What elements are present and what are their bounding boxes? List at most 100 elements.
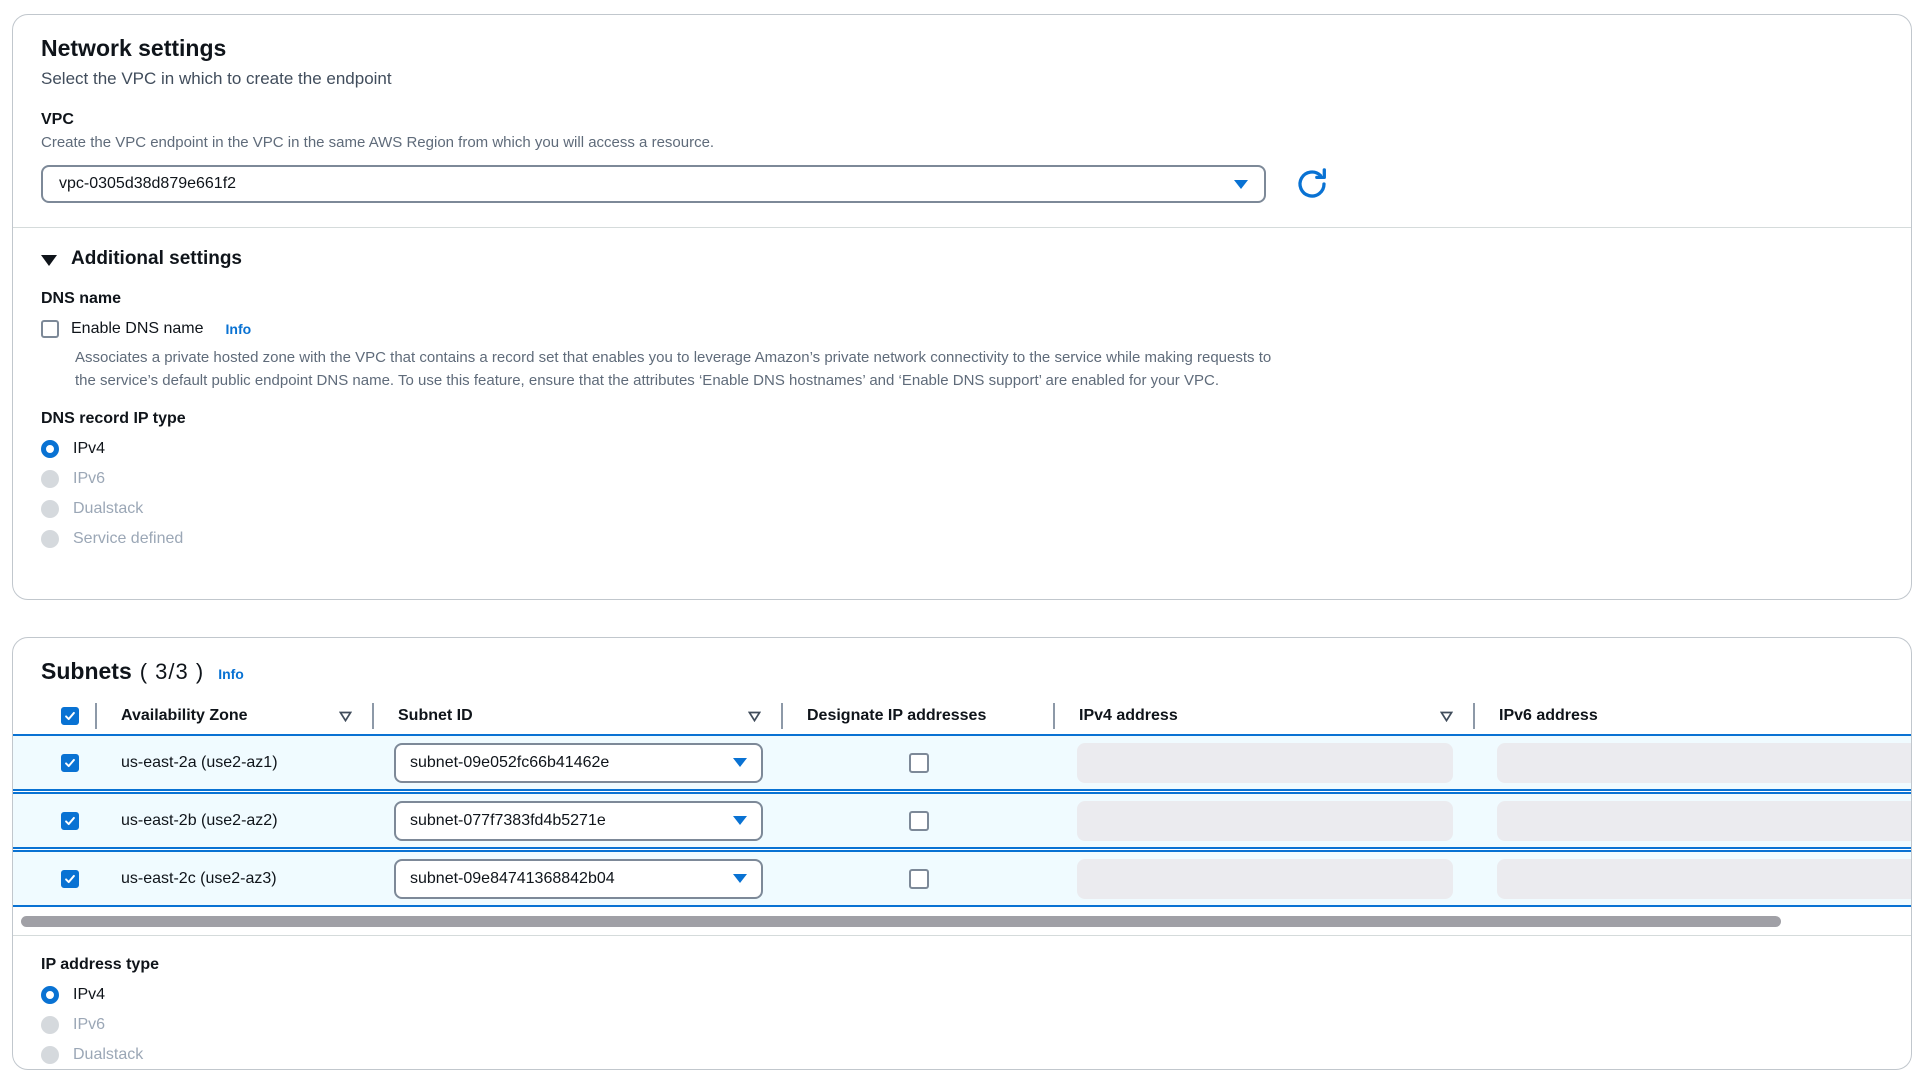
header-cell-ipv4-address[interactable]: IPv4 address	[1055, 698, 1475, 734]
chevron-down-icon	[733, 874, 747, 883]
ip-address-type-label: IP address type	[41, 954, 1883, 976]
subnet-table-row: us-east-2b (use2-az2) subnet-077f7383fd4…	[13, 792, 1911, 849]
subnets-info-link[interactable]: Info	[218, 666, 244, 682]
ipv4-address-input	[1077, 743, 1453, 783]
network-settings-title: Network settings	[41, 33, 1883, 63]
check-icon	[63, 709, 77, 723]
additional-settings-expander[interactable]: Additional settings	[41, 246, 1883, 272]
additional-settings-title: Additional settings	[71, 246, 242, 272]
column-label: IPv4 address	[1079, 707, 1178, 725]
create-endpoint-page: Network settings Select the VPC in which…	[0, 0, 1920, 1077]
ipv4-address-input	[1077, 859, 1453, 899]
radio-option-dualstack: Dualstack	[41, 498, 1883, 520]
radio-label: IPv6	[73, 470, 105, 488]
ip-address-type-group: IPv4 IPv6 Dualstack	[41, 984, 1883, 1066]
subnet-id-select[interactable]: subnet-09e052fc66b41462e	[394, 743, 763, 783]
subnet-id-value: subnet-09e84741368842b04	[410, 870, 615, 888]
radio-disabled-icon	[41, 470, 59, 488]
check-icon	[63, 872, 77, 886]
subnet-table-row: us-east-2a (use2-az1) subnet-09e052fc66b…	[13, 734, 1911, 791]
refresh-icon	[1294, 166, 1330, 202]
section-divider	[13, 227, 1911, 228]
subnets-header: Subnets ( 3/3 ) Info	[13, 638, 1911, 694]
dns-name-info-link[interactable]: Info	[226, 321, 252, 337]
ipv4-address-input	[1077, 801, 1453, 841]
chevron-down-icon	[733, 816, 747, 825]
vpc-description: Create the VPC endpoint in the VPC in th…	[41, 133, 1883, 153]
radio-label: IPv4	[73, 986, 105, 1004]
dns-record-ip-type-label: DNS record IP type	[41, 408, 1883, 430]
vpc-select[interactable]: vpc-0305d38d879e661f2	[41, 165, 1266, 203]
header-cell-subnet-id[interactable]: Subnet ID	[374, 698, 783, 734]
column-label: Availability Zone	[121, 707, 248, 725]
sort-icon[interactable]	[1440, 711, 1453, 722]
dns-record-ip-type-group: IPv4 IPv6 Dualstack Service defined	[41, 438, 1883, 550]
subnets-card: Subnets ( 3/3 ) Info Availability Zone S…	[12, 637, 1912, 1070]
row-checkbox[interactable]	[61, 870, 79, 888]
radio-label: IPv6	[73, 1016, 105, 1034]
column-label: Designate IP addresses	[807, 707, 986, 725]
chevron-down-icon	[1234, 180, 1248, 189]
header-cell-ipv6-address: IPv6 address	[1475, 698, 1911, 734]
radio-disabled-icon	[41, 500, 59, 518]
ipv6-address-input	[1497, 743, 1912, 783]
subnet-table-row: us-east-2c (use2-az3) subnet-09e84741368…	[13, 850, 1911, 907]
radio-option-ipv6: IPv6	[41, 1014, 1883, 1036]
designate-ip-checkbox[interactable]	[909, 811, 929, 831]
radio-option-service-defined: Service defined	[41, 528, 1883, 550]
horizontal-scrollbar-thumb[interactable]	[21, 916, 1781, 927]
subnet-id-value: subnet-09e052fc66b41462e	[410, 754, 609, 772]
radio-label: Dualstack	[73, 500, 143, 518]
dns-name-description: Associates a private hosted zone with th…	[75, 346, 1290, 392]
header-cell-availability-zone[interactable]: Availability Zone	[97, 698, 374, 734]
subnet-id-select[interactable]: subnet-077f7383fd4b5271e	[394, 801, 763, 841]
subnets-count: ( 3/3 )	[140, 659, 204, 685]
check-icon	[63, 814, 77, 828]
radio-option-ipv4[interactable]: IPv4	[41, 438, 1883, 460]
header-cell-select-all	[13, 698, 97, 734]
radio-option-dualstack: Dualstack	[41, 1044, 1883, 1066]
radio-label: Service defined	[73, 530, 183, 548]
radio-label: IPv4	[73, 440, 105, 458]
column-label: IPv6 address	[1499, 707, 1598, 725]
vpc-select-value: vpc-0305d38d879e661f2	[59, 175, 236, 193]
vpc-select-row: vpc-0305d38d879e661f2	[41, 165, 1883, 203]
refresh-vpc-button[interactable]	[1294, 166, 1330, 202]
column-label: Subnet ID	[398, 707, 473, 725]
designate-ip-checkbox[interactable]	[909, 869, 929, 889]
vpc-label: VPC	[41, 109, 1883, 131]
radio-option-ipv6: IPv6	[41, 468, 1883, 490]
network-settings-subtitle: Select the VPC in which to create the en…	[41, 67, 1883, 91]
subnet-id-select[interactable]: subnet-09e84741368842b04	[394, 859, 763, 899]
subnets-title: Subnets	[41, 656, 132, 686]
caret-down-icon	[41, 255, 57, 266]
row-checkbox[interactable]	[61, 812, 79, 830]
radio-disabled-icon	[41, 1046, 59, 1064]
horizontal-scrollbar	[13, 907, 1911, 935]
enable-dns-name-label: Enable DNS name	[71, 320, 204, 338]
enable-dns-name-row: Enable DNS name Info	[41, 320, 1883, 338]
sort-icon[interactable]	[748, 711, 761, 722]
radio-disabled-icon	[41, 1016, 59, 1034]
ipv6-address-input	[1497, 801, 1912, 841]
header-cell-designate-ip: Designate IP addresses	[783, 698, 1055, 734]
enable-dns-name-checkbox[interactable]	[41, 320, 59, 338]
availability-zone-cell: us-east-2a (use2-az1)	[97, 736, 374, 789]
subnet-id-value: subnet-077f7383fd4b5271e	[410, 812, 606, 830]
network-settings-card: Network settings Select the VPC in which…	[12, 14, 1912, 600]
dns-name-label: DNS name	[41, 288, 1883, 310]
check-icon	[63, 756, 77, 770]
radio-option-ipv4[interactable]: IPv4	[41, 984, 1883, 1006]
select-all-checkbox[interactable]	[61, 707, 79, 725]
sort-icon[interactable]	[339, 711, 352, 722]
radio-disabled-icon	[41, 530, 59, 548]
row-checkbox[interactable]	[61, 754, 79, 772]
ip-address-type-section: IP address type IPv4 IPv6 Dualstack	[13, 936, 1911, 1066]
subnets-table-header: Availability Zone Subnet ID Designate IP…	[13, 698, 1911, 734]
chevron-down-icon	[733, 758, 747, 767]
availability-zone-cell: us-east-2b (use2-az2)	[97, 794, 374, 847]
ipv6-address-input	[1497, 859, 1912, 899]
designate-ip-checkbox[interactable]	[909, 753, 929, 773]
radio-label: Dualstack	[73, 1046, 143, 1064]
radio-selected-icon	[41, 440, 59, 458]
